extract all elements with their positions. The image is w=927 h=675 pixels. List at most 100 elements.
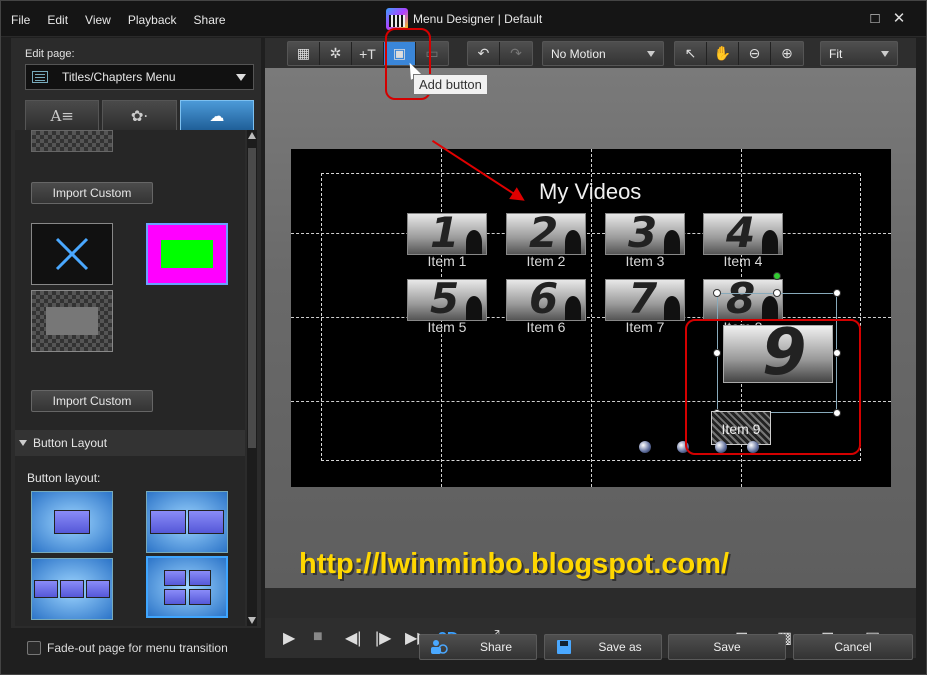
designer-toolbar: ▦ ✲ +T ▣ ▭ ↶ ↷ No Motion ↖ ✋ ⊖ ⊕ Fit <box>265 38 916 68</box>
highlight-gray-thumbnail[interactable] <box>31 290 113 352</box>
item-label: Item 7 <box>625 319 665 335</box>
item-number: 6 <box>529 279 559 321</box>
save-as-button[interactable]: Save as <box>544 634 662 660</box>
layout-button-shape <box>86 580 110 598</box>
layout-two-buttons[interactable] <box>146 491 228 553</box>
left-panel-scrollbar[interactable] <box>247 130 257 626</box>
next-frame-icon[interactable]: |▶ <box>375 628 391 648</box>
rotate-handle[interactable] <box>773 272 781 280</box>
hand-pan-icon[interactable]: ✋ <box>707 42 739 65</box>
share-globe-icon <box>431 640 448 654</box>
undo-icon[interactable]: ↶ <box>468 42 500 65</box>
save-as-button-label: Save as <box>598 640 642 654</box>
no-highlight-thumbnail[interactable] <box>31 223 113 285</box>
close-icon[interactable]: ✕ <box>891 11 907 27</box>
item-thumbnail: 5 <box>407 279 487 321</box>
add-frame-icon[interactable]: ▦ <box>288 42 320 65</box>
menu-file[interactable]: File <box>11 13 30 27</box>
layout-button-shape <box>188 510 224 534</box>
share-button[interactable]: Share <box>419 634 537 660</box>
frame-thumbnail-partial[interactable] <box>31 130 113 152</box>
item-label: Item 4 <box>723 253 763 269</box>
add-decoration-icon[interactable]: ✲ <box>320 42 352 65</box>
menu-button-item-1[interactable]: 1 Item 1 <box>407 213 487 269</box>
layout-grid <box>163 569 211 605</box>
edit-page-label: Edit page: <box>25 48 75 60</box>
resize-handle[interactable] <box>773 289 781 297</box>
annotation-highlight-item9 <box>685 319 861 455</box>
layout-three-buttons[interactable] <box>31 558 113 620</box>
menu-title[interactable]: My Videos <box>539 179 641 205</box>
layout-button-shape <box>150 510 186 534</box>
zoom-select[interactable]: Fit <box>820 41 898 66</box>
window-title: Menu Designer | Default <box>413 12 543 26</box>
import-custom-frame-button[interactable]: Import Custom <box>31 182 153 204</box>
item-thumbnail: 4 <box>703 213 783 255</box>
maximize-icon[interactable]: □ <box>867 11 883 27</box>
chevron-down-icon <box>881 51 889 57</box>
layout-button-shape <box>54 510 90 534</box>
resize-handle[interactable] <box>713 289 721 297</box>
fade-out-label: Fade-out page for menu transition <box>47 641 228 655</box>
menu-designer-window: File Edit View Playback Share Menu Desig… <box>0 0 927 675</box>
button-properties-panel: Import Custom Import Custom Button Layou… <box>15 130 245 626</box>
fade-out-checkbox[interactable] <box>27 641 41 655</box>
nav-button-prev[interactable] <box>639 441 651 453</box>
menu-button-item-2[interactable]: 2 Item 2 <box>506 213 586 269</box>
add-text-icon[interactable]: +T <box>352 42 384 65</box>
item-thumbnail: 6 <box>506 279 586 321</box>
edit-page-select[interactable]: Titles/Chapters Menu <box>25 64 254 90</box>
item-label: Item 2 <box>526 253 566 269</box>
library-tabs: A≡ ✿· ☁ <box>25 100 254 130</box>
save-button[interactable]: Save <box>668 634 786 660</box>
zoom-out-icon[interactable]: ⊖ <box>739 42 771 65</box>
menu-button-item-4[interactable]: 4 Item 4 <box>703 213 783 269</box>
scroll-up-icon[interactable] <box>248 132 256 139</box>
resize-handle[interactable] <box>833 289 841 297</box>
menu-button-item-7[interactable]: 7 Item 7 <box>605 279 685 335</box>
menu-button-item-6[interactable]: 6 Item 6 <box>506 279 586 335</box>
scroll-down-icon[interactable] <box>248 617 256 624</box>
menu-button-item-3[interactable]: 3 Item 3 <box>605 213 685 269</box>
title-bar: File Edit View Playback Share Menu Desig… <box>1 1 926 37</box>
cancel-button[interactable]: Cancel <box>793 634 913 660</box>
layout-one-button[interactable] <box>31 491 113 553</box>
save-button-label: Save <box>713 640 741 654</box>
item-number: 5 <box>430 279 460 321</box>
layout-button-shape <box>163 588 186 605</box>
layout-button-shape <box>60 580 84 598</box>
item-number: 3 <box>628 213 658 255</box>
item-number: 2 <box>529 213 559 255</box>
tab-text-properties[interactable]: A≡ <box>25 100 100 130</box>
previous-frame-icon[interactable]: ◀| <box>345 628 361 648</box>
layout-button-shape <box>34 580 58 598</box>
stop-icon[interactable]: ■ <box>313 628 323 646</box>
item-number: 7 <box>628 279 658 321</box>
menu-stage[interactable]: My Videos 1 Item 1 2 Item 2 3 Item 3 4 I… <box>291 149 891 487</box>
menu-edit[interactable]: Edit <box>47 13 68 27</box>
layout-button-shape <box>163 569 186 586</box>
select-pointer-icon[interactable]: ↖ <box>675 42 707 65</box>
redo-icon[interactable]: ↷ <box>500 42 532 65</box>
zoom-in-icon[interactable]: ⊕ <box>771 42 803 65</box>
play-icon[interactable]: ▶ <box>283 628 295 648</box>
menu-button-item-5[interactable]: 5 Item 5 <box>407 279 487 335</box>
tab-button-properties[interactable]: ☁ <box>179 100 254 130</box>
tab-effects[interactable]: ✿· <box>102 100 177 130</box>
fade-out-option[interactable]: Fade-out page for menu transition <box>27 641 228 655</box>
item-thumbnail: 3 <box>605 213 685 255</box>
scroll-thumb[interactable] <box>248 148 256 448</box>
layout-four-buttons[interactable] <box>146 556 228 618</box>
collapse-triangle-icon <box>19 440 27 446</box>
item-thumbnail: 7 <box>605 279 685 321</box>
item-number: 4 <box>726 213 756 255</box>
highlight-magenta-thumbnail[interactable] <box>146 223 228 285</box>
layout-button-shape <box>188 569 211 586</box>
menu-view[interactable]: View <box>85 13 111 27</box>
button-layout-section-header[interactable]: Button Layout <box>15 430 245 456</box>
import-custom-highlight-button[interactable]: Import Custom <box>31 390 153 412</box>
motion-select[interactable]: No Motion <box>542 41 664 66</box>
menu-share[interactable]: Share <box>194 13 226 27</box>
menu-playback[interactable]: Playback <box>128 13 177 27</box>
add-button-tooltip: Add button <box>413 74 488 95</box>
